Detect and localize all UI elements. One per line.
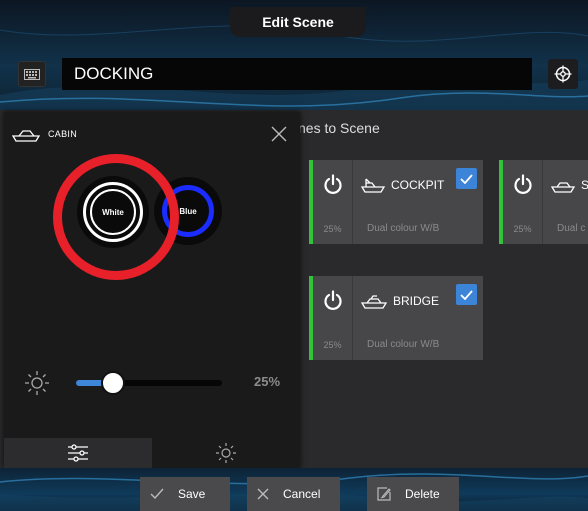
zone-include-checkbox[interactable] [456,284,477,305]
close-icon[interactable] [269,124,289,144]
zone-card-cockpit[interactable]: 25% COCKPIT Dual colour W/B [309,160,483,244]
section-heading: nes to Scene [298,120,380,136]
brightness-slider[interactable] [76,371,222,395]
brightness-row: 25% [22,368,292,398]
zone-mode: Dual colour W/B [367,223,440,234]
brightness-icon [216,443,236,463]
edit-icon [377,487,391,501]
zone-level: 25% [323,224,342,234]
tab-brightness[interactable] [152,438,300,468]
zone-mode: Dual colour W/B [367,339,440,350]
cancel-label: Cancel [283,487,321,501]
zone-card-bridge[interactable]: 25% BRIDGE Dual colour W/B [309,276,483,360]
power-icon [323,290,342,310]
boat-icon [551,182,575,193]
brightness-icon [25,371,49,395]
brightness-slider-thumb[interactable] [100,371,125,395]
save-label: Save [178,487,206,501]
keyboard-icon [24,68,40,80]
boat-icon [361,295,387,309]
zone-level: 25% [323,340,342,350]
boat-icon [12,130,40,142]
checkmark-icon [150,488,164,500]
zone-name: BRIDGE [393,294,440,308]
power-icon [323,174,342,194]
zone-name: COCKPIT [391,178,445,192]
keyboard-button[interactable] [18,61,46,87]
brightness-value: 25% [254,374,281,389]
zone-power-toggle[interactable]: 25% [313,160,353,244]
save-button[interactable]: Save [140,477,230,511]
checkmark-icon [460,289,473,300]
checkmark-icon [460,173,473,184]
sliders-icon [68,444,88,462]
zone-level: 25% [513,224,532,234]
close-icon [257,488,269,500]
ship-wheel-icon [554,65,572,83]
colour-option-label: Blue [179,206,197,216]
zone-include-checkbox[interactable] [456,168,477,189]
zone-name: S [581,178,588,192]
zone-power-toggle[interactable]: 25% [503,160,543,244]
zone-card-partial[interactable]: 25% S Dual c [499,160,588,244]
page-title: Edit Scene [230,7,366,37]
helm-button[interactable] [548,59,578,89]
cancel-button[interactable]: Cancel [247,477,340,511]
delete-label: Delete [405,487,440,501]
zone-mode: Dual c [557,223,586,234]
tab-colour-settings[interactable] [4,438,152,468]
zone-power-toggle[interactable]: 25% [313,276,353,360]
delete-button[interactable]: Delete [367,477,459,511]
boat-icon [361,178,385,193]
scene-name-field[interactable]: DOCKING [62,58,532,90]
panel-title: CABIN [48,129,78,139]
power-icon [513,174,532,194]
selection-highlight-ring [53,154,179,280]
